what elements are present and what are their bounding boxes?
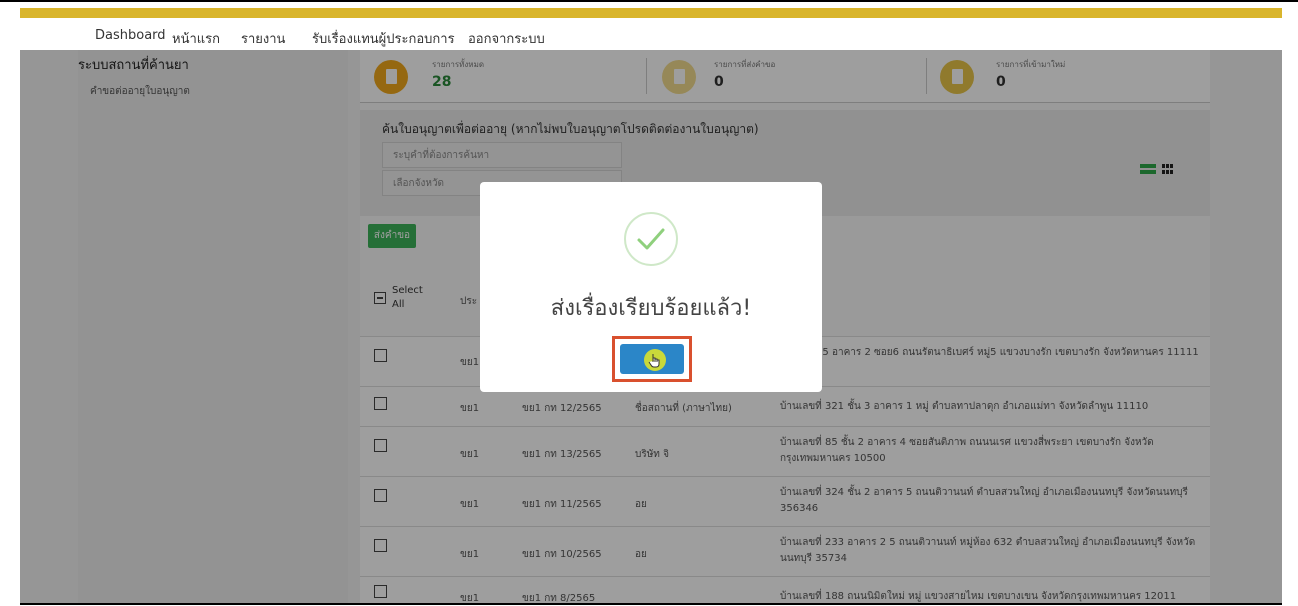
top-nav: Dashboard หน้าแรก รายงาน รับเรื่องแทนผู้…: [20, 18, 1282, 50]
hand-pointer-icon: [644, 349, 666, 371]
nav-report[interactable]: รายงาน: [241, 28, 285, 49]
success-check-icon: [624, 212, 678, 266]
nav-home[interactable]: หน้าแรก: [172, 28, 220, 49]
screen-top-border: [0, 0, 1298, 2]
brand-bar: [20, 8, 1282, 18]
success-dialog: ส่งเรื่องเรียบร้อยแล้ว!: [480, 182, 822, 392]
nav-receive-on-behalf[interactable]: รับเรื่องแทนผู้ประกอบการ: [312, 28, 455, 49]
dialog-title: ส่งเรื่องเรียบร้อยแล้ว!: [550, 296, 752, 321]
nav-dashboard[interactable]: Dashboard: [95, 28, 166, 43]
nav-logout[interactable]: ออกจากระบบ: [468, 28, 545, 49]
